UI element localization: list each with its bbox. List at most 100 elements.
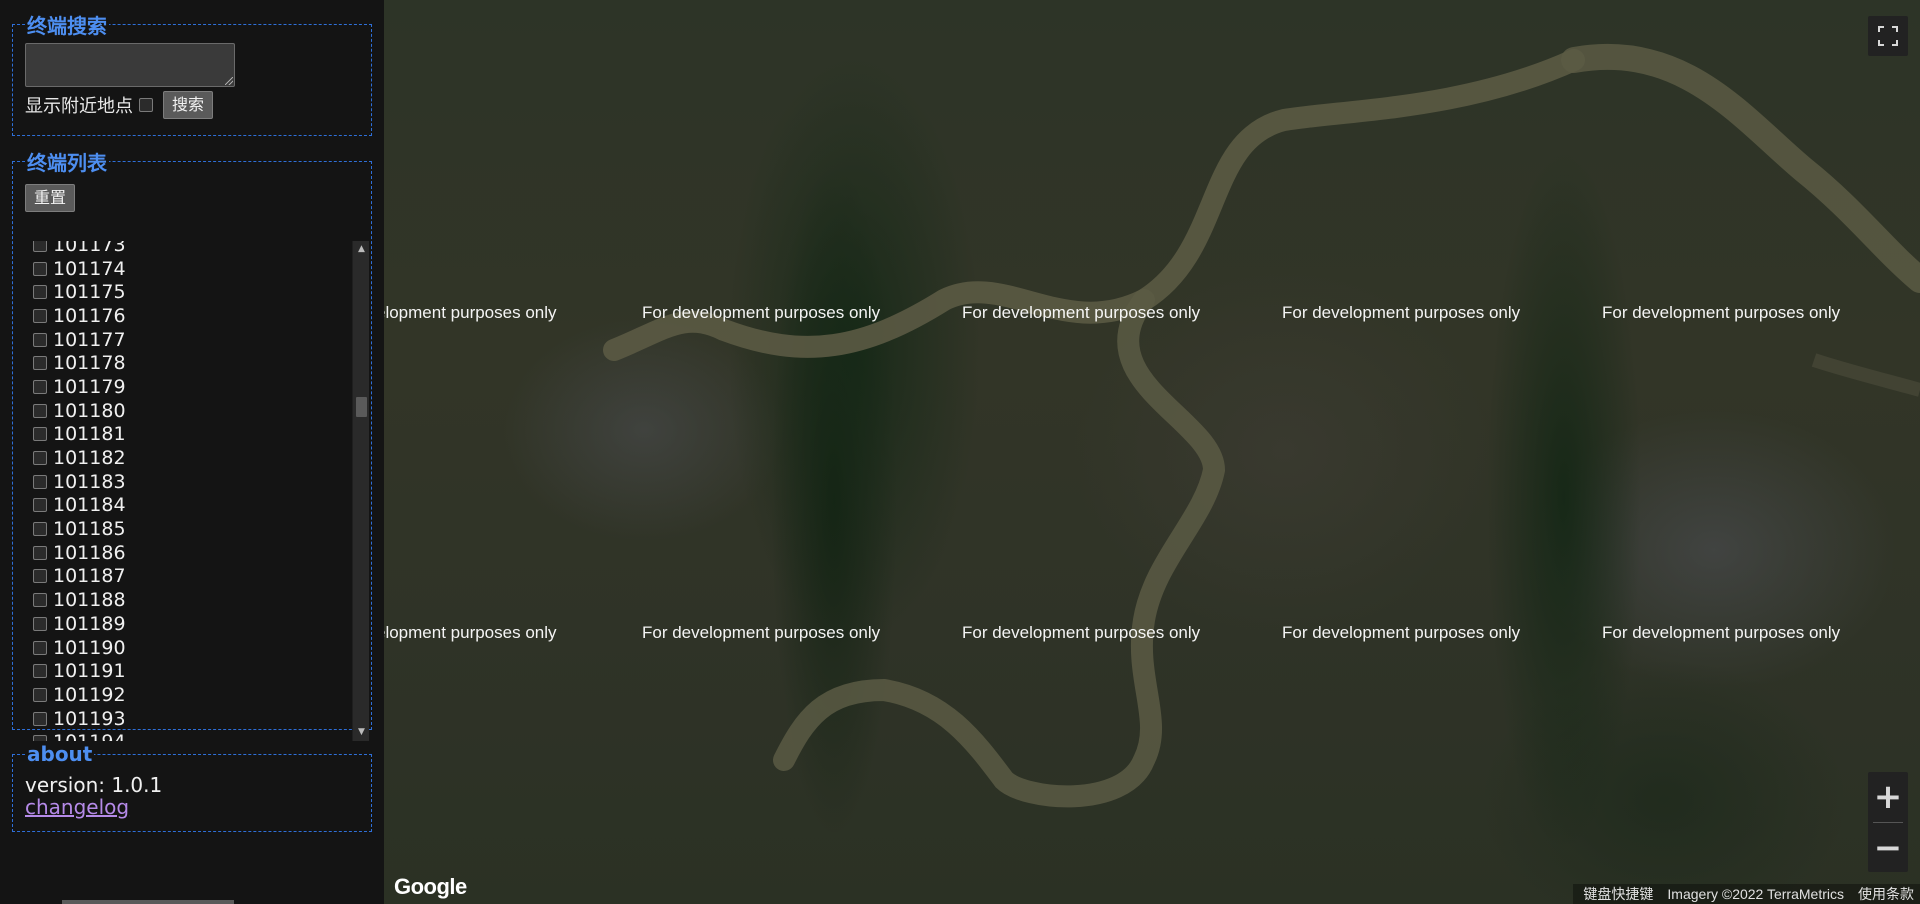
watermark-text: For development purposes only: [1282, 303, 1521, 322]
watermark-text: For development purposes only: [642, 623, 881, 642]
list-item[interactable]: 101190: [25, 636, 345, 660]
list-item[interactable]: 101191: [25, 659, 345, 683]
terminal-id: 101193: [53, 707, 126, 730]
list-item[interactable]: 101188: [25, 588, 345, 612]
search-input[interactable]: [25, 43, 235, 87]
terminal-id: 101186: [53, 541, 126, 564]
zoom-in-button[interactable]: +: [1868, 772, 1908, 822]
terminal-checkbox[interactable]: [33, 474, 47, 489]
terminal-id: 101187: [53, 565, 126, 588]
terminal-id: 101189: [53, 612, 126, 635]
watermark-text: For development purposes only: [962, 303, 1201, 322]
google-logo[interactable]: Google: [394, 874, 467, 900]
terminal-checkbox[interactable]: [33, 687, 47, 702]
zoom-out-button[interactable]: −: [1868, 823, 1908, 873]
terminal-checkbox[interactable]: [33, 640, 47, 655]
list-item[interactable]: 101174: [25, 257, 345, 281]
terminal-checkbox[interactable]: [33, 241, 47, 252]
terminal-id: 101191: [53, 660, 126, 683]
show-nearby-label: 显示附近地点: [25, 96, 133, 117]
terminal-id: 101175: [53, 281, 126, 304]
terminal-checkbox[interactable]: [33, 569, 47, 584]
list-item[interactable]: 101189: [25, 612, 345, 636]
terminal-id: 101180: [53, 399, 126, 422]
list-item[interactable]: 101193: [25, 707, 345, 731]
terminal-id: 101185: [53, 518, 126, 541]
scroll-down-arrow-icon[interactable]: ▼: [353, 724, 369, 741]
list-item[interactable]: 101180: [25, 399, 345, 423]
terminal-id: 101178: [53, 352, 126, 375]
list-item[interactable]: 101183: [25, 470, 345, 494]
keyboard-shortcuts-link[interactable]: 键盘快捷键: [1583, 884, 1653, 904]
search-panel: 终端搜索 显示附近地点 搜索: [12, 10, 372, 136]
fullscreen-button[interactable]: [1868, 16, 1908, 56]
list-scrollbar[interactable]: ▲ ▼: [352, 241, 369, 741]
terminal-checkbox[interactable]: [33, 379, 47, 394]
terminal-checkbox[interactable]: [33, 616, 47, 631]
list-item[interactable]: 101185: [25, 517, 345, 541]
terminal-checkbox[interactable]: [33, 522, 47, 537]
reset-button[interactable]: 重置: [25, 184, 76, 212]
watermark-text: For development purposes only: [642, 303, 881, 322]
list-item[interactable]: 101182: [25, 446, 345, 470]
search-button[interactable]: 搜索: [163, 91, 214, 119]
terminal-list-title: 终端列表: [27, 151, 107, 175]
terminal-id: 101188: [53, 589, 126, 612]
terminal-checkbox[interactable]: [33, 451, 47, 466]
scroll-up-arrow-icon[interactable]: ▲: [353, 241, 369, 258]
terminal-list[interactable]: 101173 101174 101175 101176 101177 101178 1011…: [25, 241, 369, 741]
terminal-checkbox[interactable]: [33, 332, 47, 347]
terminal-checkbox[interactable]: [33, 711, 47, 726]
terminal-checkbox[interactable]: [33, 545, 47, 560]
search-panel-title: 终端搜索: [27, 14, 107, 38]
terminal-list-panel: 终端列表 重置 101173 101174 101175 101176 101177 10…: [12, 147, 372, 741]
show-nearby-checkbox[interactable]: [139, 98, 153, 112]
terminal-checkbox[interactable]: [33, 498, 47, 513]
list-item[interactable]: 101175: [25, 280, 345, 304]
satellite-map[interactable]: elopment purposes only For development p…: [384, 0, 1920, 904]
imagery-credit: Imagery ©2022 TerraMetrics: [1667, 886, 1844, 902]
watermark-text: elopment purposes only: [384, 303, 557, 322]
about-panel: about version: 1.0.1 changelog: [12, 742, 372, 832]
terminal-id: 101179: [53, 375, 126, 398]
list-item[interactable]: 101177: [25, 328, 345, 352]
scrollbar-thumb[interactable]: [356, 397, 367, 417]
watermark-text: For development purposes only: [1602, 623, 1841, 642]
terminal-id: 101176: [53, 304, 126, 327]
horizontal-scrollbar[interactable]: [62, 900, 234, 904]
list-item[interactable]: 101187: [25, 565, 345, 589]
terminal-checkbox[interactable]: [33, 308, 47, 323]
terminal-id: 101173: [53, 241, 126, 256]
terminal-checkbox[interactable]: [33, 403, 47, 418]
list-item[interactable]: 101179: [25, 375, 345, 399]
list-item[interactable]: 101184: [25, 494, 345, 518]
terminal-id: 101181: [53, 423, 126, 446]
terminal-checkbox[interactable]: [33, 427, 47, 442]
terminal-checkbox[interactable]: [33, 664, 47, 679]
resize-grip-icon[interactable]: [225, 77, 233, 85]
list-item[interactable]: 101178: [25, 351, 345, 375]
terminal-id: 101194: [53, 731, 126, 741]
terminal-id: 101177: [53, 328, 126, 351]
terminal-checkbox[interactable]: [33, 735, 47, 741]
terminal-id: 101192: [53, 683, 126, 706]
list-item[interactable]: 101181: [25, 423, 345, 447]
terminal-checkbox[interactable]: [33, 285, 47, 300]
watermark-text: For development purposes only: [962, 623, 1201, 642]
list-item[interactable]: 101186: [25, 541, 345, 565]
list-item[interactable]: 101173: [25, 241, 345, 257]
changelog-link[interactable]: changelog: [25, 796, 129, 818]
sidebar: 终端搜索 显示附近地点 搜索 终端列表 重置 101173 101174 10117…: [0, 0, 384, 904]
list-item[interactable]: 101192: [25, 683, 345, 707]
terminal-checkbox[interactable]: [33, 356, 47, 371]
river-overlay: [603, 43, 1920, 808]
terminal-checkbox[interactable]: [33, 593, 47, 608]
list-item[interactable]: 101194: [25, 730, 345, 741]
zoom-control: + −: [1868, 772, 1908, 872]
list-item[interactable]: 101176: [25, 304, 345, 328]
terms-of-use-link[interactable]: 使用条款: [1858, 884, 1914, 904]
terminal-id: 101174: [53, 257, 126, 280]
fullscreen-icon: [1878, 26, 1898, 46]
watermark-text: elopment purposes only: [384, 623, 557, 642]
terminal-checkbox[interactable]: [33, 261, 47, 276]
